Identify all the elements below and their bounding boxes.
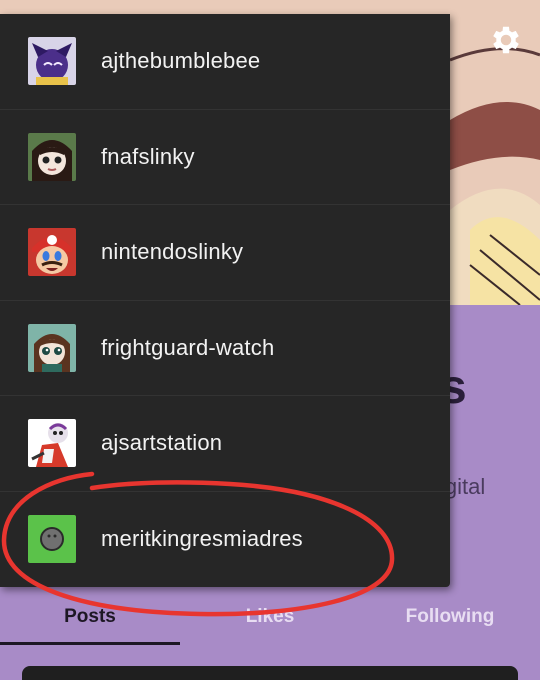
account-item-ajsartstation[interactable]: ajsartstation (0, 396, 450, 492)
account-switcher-menu: ajthebumblebee fnafslinky nintendoslinky… (0, 14, 450, 587)
teal-character-avatar-icon (28, 323, 76, 372)
account-item-nintendoslinky[interactable]: nintendoslinky (0, 205, 450, 301)
account-item-fnafslinky[interactable]: fnafslinky (0, 110, 450, 205)
gear-icon[interactable] (488, 22, 524, 58)
account-name: fnafslinky (101, 143, 195, 169)
account-item-meritkingresmiadres[interactable]: meritkingresmiadres (0, 492, 450, 588)
account-name: ajthebumblebee (101, 48, 261, 74)
dark-hair-character-avatar-icon (28, 132, 76, 181)
purple-character-avatar-icon (28, 37, 76, 86)
account-name: nintendoslinky (101, 239, 244, 265)
profile-tabs: Posts Likes Following (0, 590, 540, 644)
tab-posts[interactable]: Posts (0, 590, 180, 644)
account-name: ajsartstation (101, 430, 223, 456)
red-cap-character-avatar-icon (28, 228, 76, 277)
account-name: meritkingresmiadres (101, 526, 303, 552)
green-default-avatar-icon (28, 515, 76, 564)
tab-following[interactable]: Following (360, 590, 540, 644)
post-card (22, 666, 518, 680)
account-item-frightguard-watch[interactable]: frightguard-watch (0, 301, 450, 396)
tab-likes[interactable]: Likes (180, 590, 360, 644)
account-name: frightguard-watch (101, 334, 275, 360)
account-item-ajthebumblebee[interactable]: ajthebumblebee (0, 14, 450, 110)
white-character-avatar-icon (28, 419, 76, 468)
